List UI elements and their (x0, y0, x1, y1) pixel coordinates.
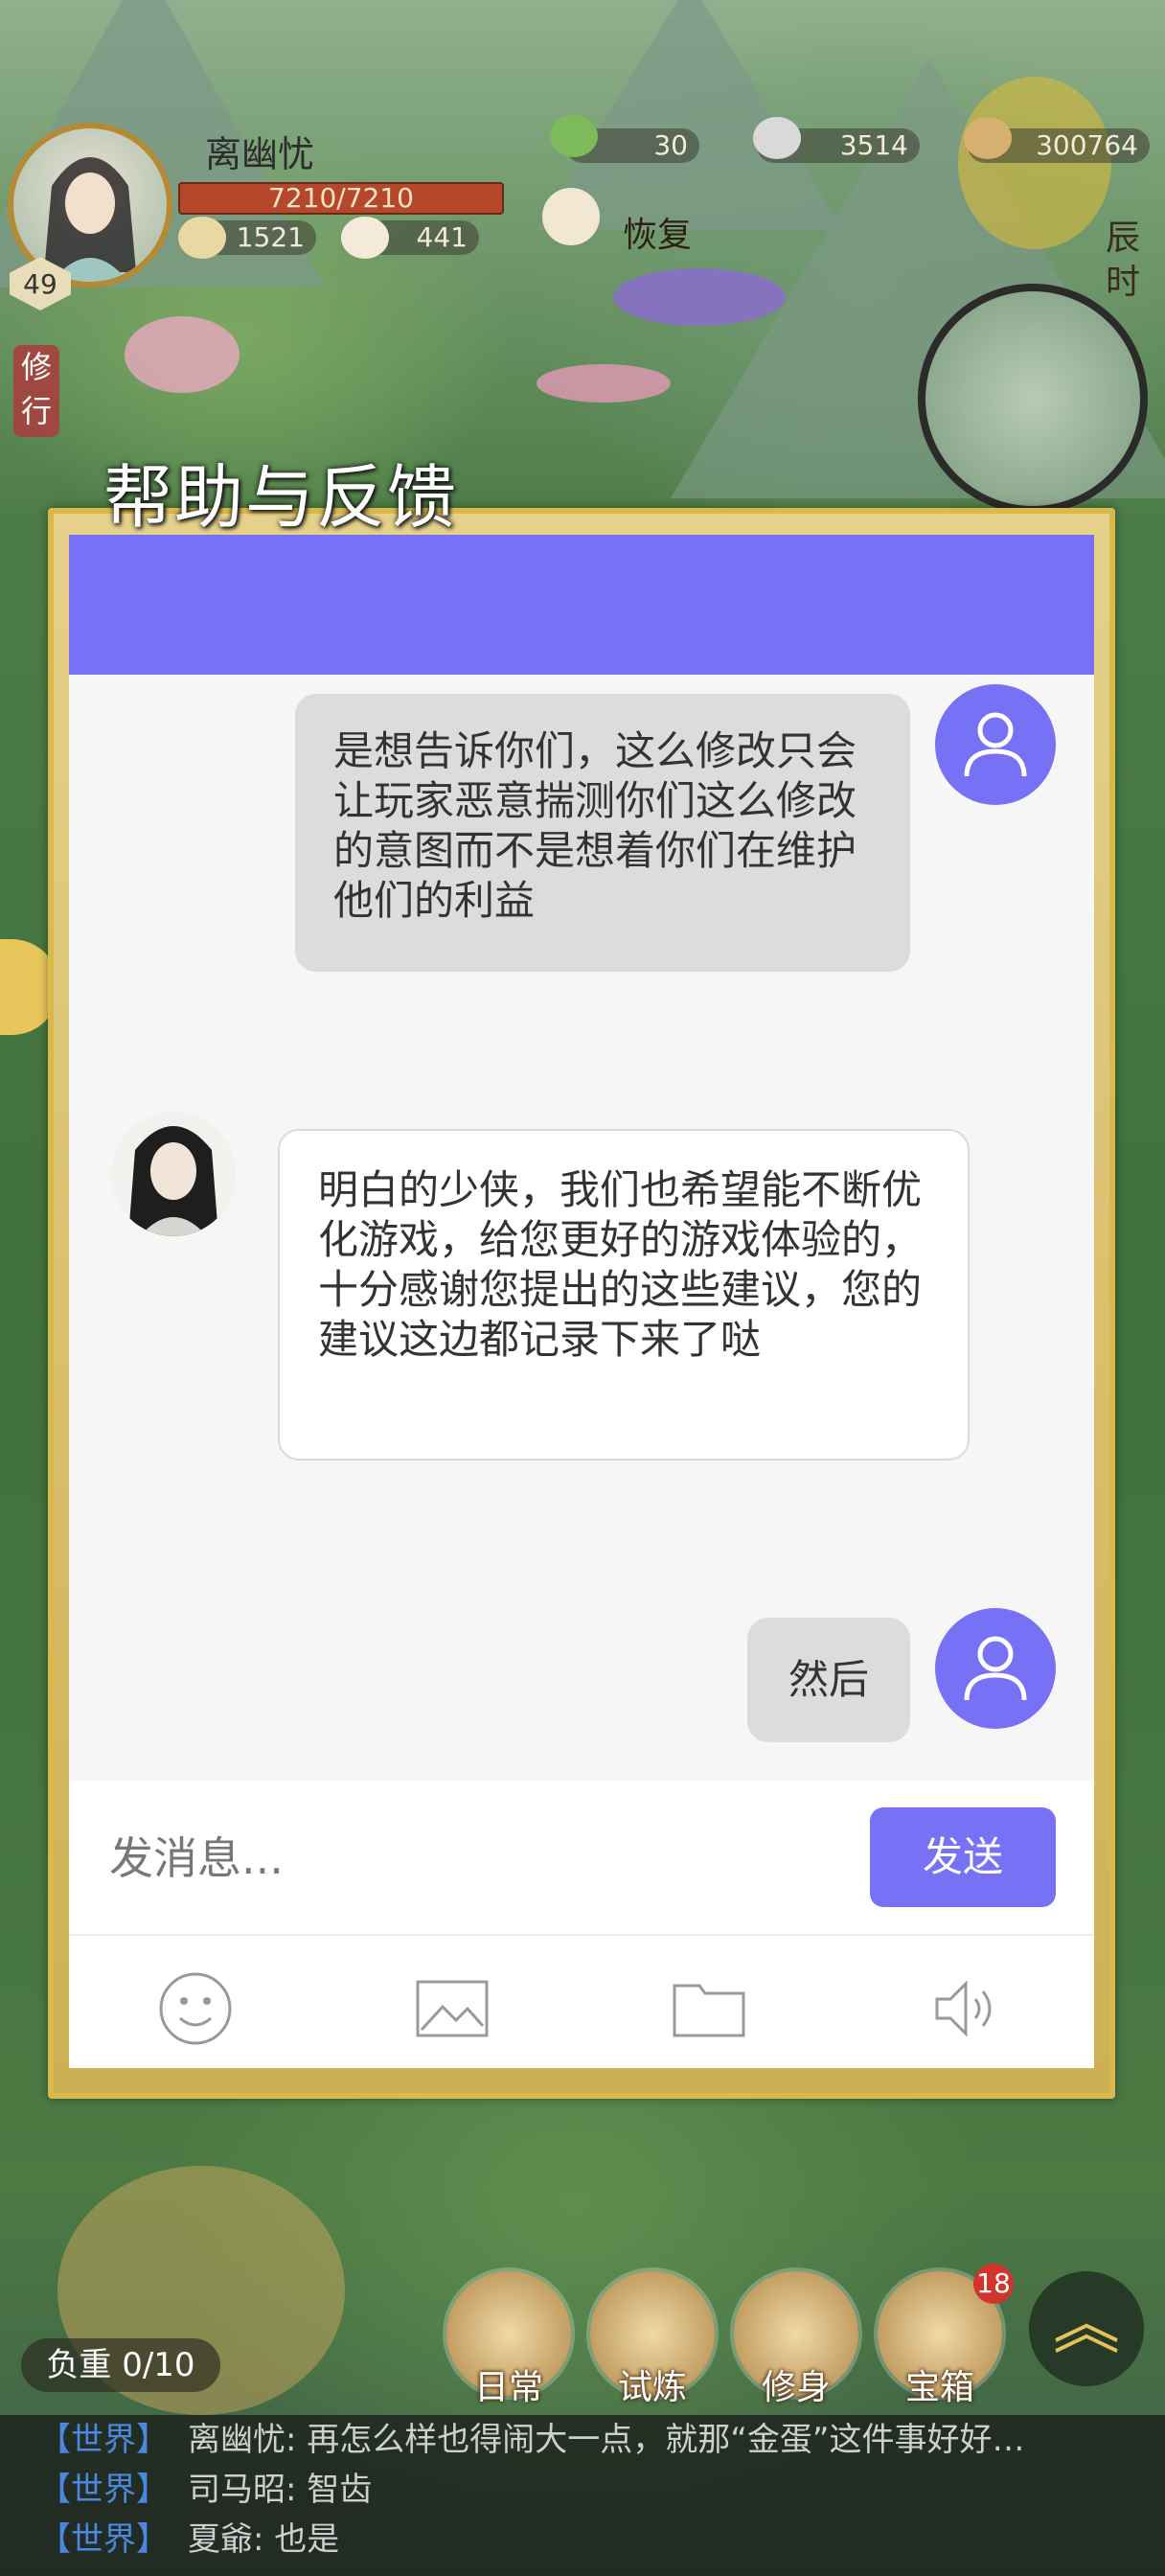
user-message-bubble: 然后 (747, 1618, 910, 1742)
user-avatar (935, 1608, 1056, 1729)
world-chat-panel[interactable]: 【世界】 离幽忧: 再怎么样也得闹大一点，就那“金蛋”这件事好好… 【世界】 司马昭… (0, 2415, 1165, 2576)
bun-icon (341, 217, 389, 259)
flower-bed (537, 364, 671, 402)
jade-value: 30 (653, 129, 688, 161)
folder-icon[interactable] (671, 1970, 747, 2047)
world-chat-text: 离幽忧: 再怎么样也得闹大一点，就那“金蛋”这件事好好… (188, 2421, 1025, 2459)
trial-menu-label: 试炼 (617, 2368, 687, 2407)
image-icon[interactable] (414, 1970, 491, 2047)
stat-a-value: 1521 (236, 221, 305, 253)
recover-icon[interactable] (542, 188, 600, 245)
world-channel-tag: 【世界】 (38, 2421, 169, 2459)
minimap[interactable] (918, 284, 1148, 514)
flower-bed (613, 268, 786, 326)
silver-ingot-icon (753, 117, 801, 159)
silver-value: 3514 (839, 129, 908, 161)
support-agent-avatar (111, 1112, 236, 1236)
load-indicator: 负重 0/10 (21, 2338, 220, 2392)
treasure-chest-label: 宝箱 (904, 2368, 974, 2407)
world-channel-tag: 【世界】 (38, 2520, 169, 2559)
hp-bar: 7210/7210 (178, 182, 504, 215)
practice-button[interactable]: 修行 (13, 345, 59, 437)
time-of-day: 辰时 (1106, 218, 1141, 302)
stat-b-value: 441 (416, 221, 468, 253)
world-chat-line: 【世界】 司马昭: 智齿 (38, 2465, 1159, 2515)
message-input-bar: 发送 (69, 1781, 1094, 1934)
jade-icon (550, 115, 598, 157)
coin-value: 300764 (1036, 129, 1138, 161)
coin-icon (964, 117, 1012, 159)
daily-menu-label: 日常 (473, 2368, 543, 2407)
agent-portrait (128, 1126, 218, 1236)
dialog-header-bar (69, 535, 1094, 675)
portrait-figure (44, 157, 136, 282)
voice-icon[interactable] (929, 1970, 1006, 2047)
user-message-bubble: 是想告诉你们，这么修改只会让玩家恶意揣测你们这么修改的意图而不是想着你们在维护他… (295, 694, 910, 972)
flower-bed (125, 316, 240, 393)
world-chat-text: 司马昭: 智齿 (188, 2471, 373, 2509)
user-icon (964, 712, 1027, 777)
world-chat-line: 【世界】 夏爺: 也是 (38, 2515, 1159, 2564)
notification-badge: 18 (973, 2264, 1014, 2304)
user-icon (964, 1636, 1027, 1701)
cultivate-menu-label: 修身 (761, 2368, 831, 2407)
player-name: 离幽忧 (205, 133, 315, 175)
world-chat-line: 【世界】 离幽忧: 再怎么样也得闹大一点，就那“金蛋”这件事好好… (38, 2415, 1159, 2465)
help-feedback-dialog: 是想告诉你们，这么修改只会让玩家恶意揣测你们这么修改的意图而不是想着你们在维护他… (69, 535, 1094, 2068)
message-input[interactable] (107, 1809, 858, 1907)
world-channel-tag: 【世界】 (38, 2471, 169, 2509)
recover-label[interactable]: 恢复 (623, 207, 692, 257)
world-chat-text: 夏爺: 也是 (188, 2520, 340, 2559)
bowl-icon (178, 217, 226, 259)
send-button[interactable]: 发送 (870, 1807, 1056, 1907)
user-avatar (935, 684, 1056, 805)
emoji-icon[interactable] (157, 1970, 234, 2047)
agent-message-bubble: 明白的少侠，我们也希望能不断优化游戏，给您更好的游戏体验的，十分感谢您提出的这些… (278, 1129, 970, 1460)
dialog-title: 帮助与反馈 (103, 457, 459, 538)
tree (958, 77, 1111, 249)
attachment-toolbar (69, 1934, 1094, 2068)
expand-up-icon[interactable]: ︽ (1029, 2271, 1144, 2386)
